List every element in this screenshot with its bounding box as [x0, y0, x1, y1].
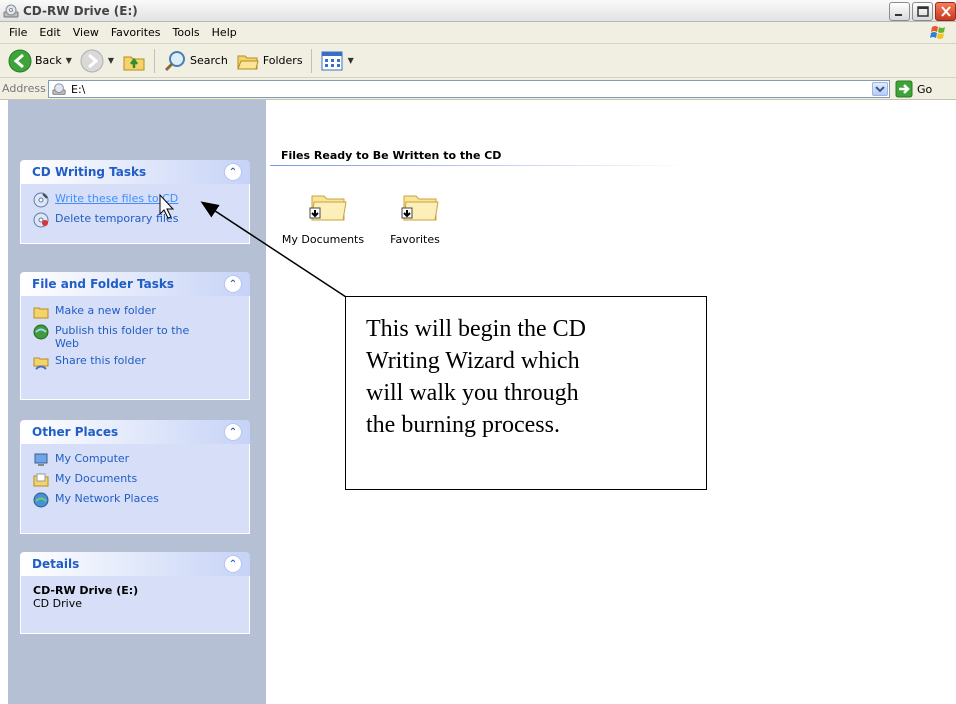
callout-line: Writing Wizard which	[366, 348, 580, 374]
annotation-callout: This will begin the CD Writing Wizard wh…	[345, 296, 707, 490]
callout-line: will walk you through	[366, 380, 579, 406]
callout-line: the burning process.	[366, 412, 560, 438]
callout-line: This will begin the CD	[366, 316, 586, 342]
